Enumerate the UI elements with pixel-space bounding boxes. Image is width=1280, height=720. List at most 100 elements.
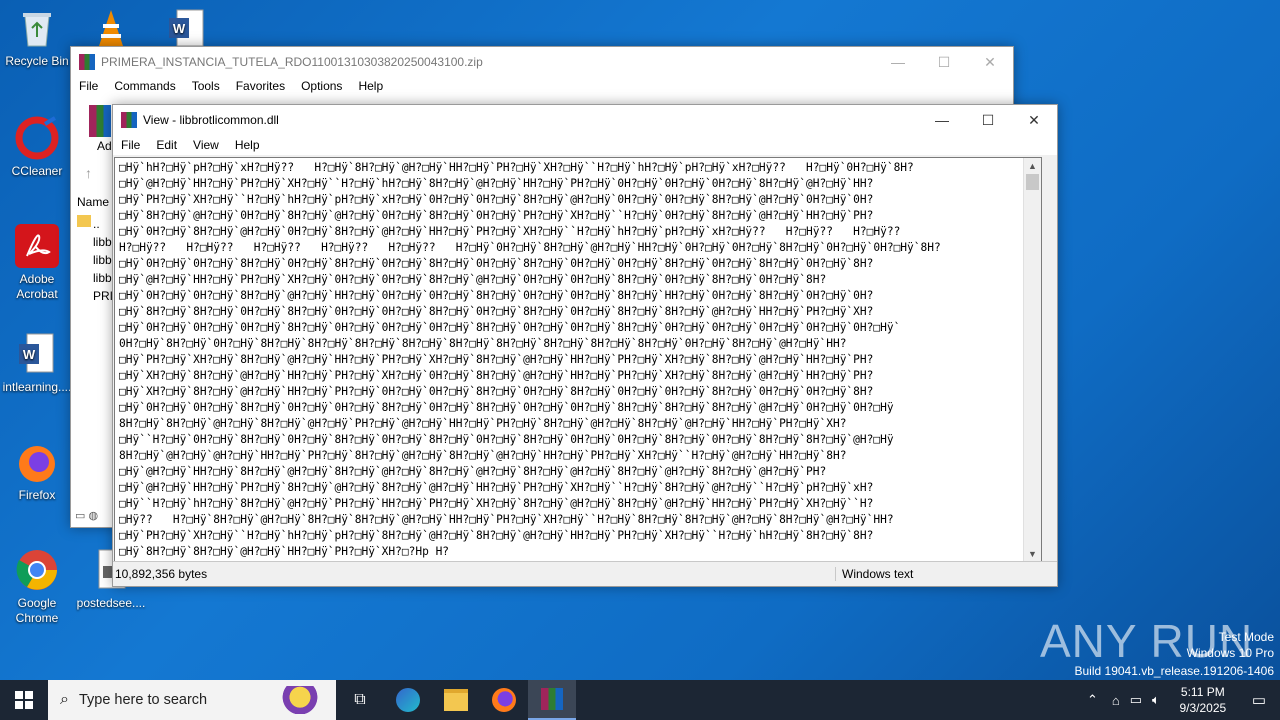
windows-icon [15, 691, 33, 709]
winrar-app-icon [121, 112, 137, 128]
start-button[interactable] [0, 680, 48, 720]
add-icon [89, 105, 111, 137]
clock[interactable]: 5:11 PM 9/3/2025 [1170, 684, 1236, 716]
close-button[interactable]: ✕ [1011, 105, 1057, 135]
scroll-thumb[interactable] [1026, 174, 1039, 190]
up-arrow-icon[interactable]: ↑ [85, 165, 92, 181]
desktop-icon-label: intlearning.... [2, 380, 72, 394]
volume-icon[interactable]: 🔈︎ [1152, 692, 1160, 708]
viewer-text-line: □Hÿ?? H?□Hÿ`8H?□Hÿ`@H?□Hÿ`8H?□Hÿ`8H?□Hÿ`… [119, 513, 894, 526]
desktop-icon-google-chrome[interactable]: Google Chrome [0, 548, 74, 626]
search-highlight-icon [280, 686, 330, 714]
viewer-text-line: □Hÿ`@H?□Hÿ`HH?□Hÿ`8H?□Hÿ`@H?□Hÿ`8H?□Hÿ`@… [119, 465, 827, 478]
adobe-acrobat-icon [15, 224, 59, 268]
viewer-text-line: □Hÿ`PH?□Hÿ`XH?□Hÿ``H?□Hÿ`hH?□Hÿ`pH?□Hÿ`8… [119, 529, 874, 542]
list-item[interactable]: .. [93, 217, 100, 231]
winrar-icon [541, 688, 563, 710]
maximize-button[interactable]: ☐ [921, 47, 967, 77]
menu-help[interactable]: Help [350, 79, 391, 93]
desktop-icon-label: Firefox [18, 488, 56, 502]
desktop-icon-ccleaner[interactable]: CCleaner [0, 116, 74, 179]
close-button[interactable]: ✕ [967, 47, 1013, 77]
svg-text:W: W [23, 347, 36, 362]
task-view-icon: ⧉ [354, 691, 366, 708]
menu-edit[interactable]: Edit [148, 138, 185, 152]
firefox-icon [15, 440, 59, 484]
taskbar-search-box[interactable]: ⌕ Type here to search [48, 680, 336, 720]
list-item[interactable]: libb [93, 271, 112, 285]
desktop-icon-label: Google Chrome [15, 596, 59, 625]
test-mode-label: Test Mode [1218, 630, 1274, 644]
folder-icon [444, 689, 468, 711]
taskbar: ⌕ Type here to search ⧉ ⌃ ⌂ ▭ 🔈︎ 5:11 PM… [0, 680, 1280, 720]
vertical-scrollbar[interactable]: ▲ ▼ [1023, 158, 1041, 562]
viewer-titlebar[interactable]: View - libbrotlicommon.dll — ☐ ✕ [113, 105, 1057, 135]
recycle-bin-icon [15, 6, 59, 50]
folder-icon [77, 215, 91, 227]
maximize-button[interactable]: ☐ [965, 105, 1011, 135]
search-icon: ⌕ [60, 691, 69, 708]
svg-text:W: W [173, 21, 186, 36]
menu-help[interactable]: Help [227, 138, 268, 152]
viewer-text-line: □Hÿ`XH?□Hÿ`8H?□Hÿ`@H?□Hÿ`HH?□Hÿ`PH?□Hÿ`X… [119, 369, 874, 382]
os-label: Windows 10 Pro [1186, 646, 1274, 660]
list-item[interactable]: libb [93, 253, 112, 267]
list-header-name[interactable]: Name [77, 195, 109, 209]
edge-icon [396, 688, 420, 712]
list-item[interactable]: PRI [93, 289, 113, 303]
taskbar-edge[interactable] [384, 680, 432, 720]
menu-view[interactable]: View [185, 138, 227, 152]
viewer-text-line: □Hÿ`@H?□Hÿ`HH?□Hÿ`PH?□Hÿ`8H?□Hÿ`@H?□Hÿ`8… [119, 481, 874, 494]
winrar-menubar: File Commands Tools Favorites Options He… [71, 77, 1013, 95]
file-size-label: 10,892,356 bytes [113, 567, 836, 581]
chevron-up-icon[interactable]: ⌃ [1087, 692, 1098, 708]
viewer-title: View - libbrotlicommon.dll [143, 113, 279, 127]
taskbar-winrar[interactable] [528, 680, 576, 720]
scroll-down-icon[interactable]: ▼ [1024, 546, 1041, 562]
viewer-text-line: □Hÿ`0H?□Hÿ`0H?□Hÿ`0H?□Hÿ`8H?□Hÿ`0H?□Hÿ`0… [119, 321, 901, 334]
winrar-titlebar[interactable]: PRIMERA_INSTANCIA_TUTELA_RDO110013103038… [71, 47, 1013, 77]
viewer-text-line: □Hÿ``H?□Hÿ`0H?□Hÿ`8H?□Hÿ`0H?□Hÿ`8H?□Hÿ`0… [119, 433, 894, 446]
vlc-icon [89, 6, 133, 50]
desktop-icon-intlearning[interactable]: W intlearning.... [0, 332, 74, 395]
viewer-text-line: □Hÿ`0H?□Hÿ`0H?□Hÿ`8H?□Hÿ`0H?□Hÿ`8H?□Hÿ`0… [119, 257, 874, 270]
viewer-menubar: File Edit View Help [113, 135, 1057, 155]
menu-file[interactable]: File [71, 79, 106, 93]
viewer-text-area[interactable]: □Hÿ`hH?□Hÿ`pH?□Hÿ`xH?□Hÿ?? H?□Hÿ`8H?□Hÿ`… [114, 157, 1042, 563]
viewer-statusbar: 10,892,356 bytes Windows text [113, 561, 1057, 586]
menu-options[interactable]: Options [293, 79, 350, 93]
notification-icon[interactable]: ▭ [1252, 691, 1266, 709]
network-icon[interactable]: ⌂ [1112, 693, 1120, 708]
viewer-text-line: □Hÿ`8H?□Hÿ`8H?□Hÿ`@H?□Hÿ`HH?□Hÿ`PH?□Hÿ`X… [119, 545, 450, 558]
menu-favorites[interactable]: Favorites [228, 79, 293, 93]
desktop-icon-label: postedsee.... [76, 596, 146, 610]
viewer-text-line: □Hÿ`hH?□Hÿ`pH?□Hÿ`xH?□Hÿ?? H?□Hÿ`8H?□Hÿ`… [119, 161, 914, 174]
task-view-button[interactable]: ⧉ [336, 680, 384, 720]
desktop-icon-recycle-bin[interactable]: Recycle Bin [0, 6, 74, 69]
minimize-button[interactable]: — [875, 47, 921, 77]
menu-file[interactable]: File [113, 138, 148, 152]
taskbar-explorer[interactable] [432, 680, 480, 720]
build-label: Build 19041.vb_release.191206-1406 [1074, 664, 1275, 678]
clock-time: 5:11 PM [1180, 685, 1225, 699]
desktop-icon-label: Adobe Acrobat [16, 272, 58, 301]
desktop-icon-label: CCleaner [11, 164, 63, 178]
viewer-text-line: □Hÿ`0H?□Hÿ`0H?□Hÿ`8H?□Hÿ`0H?□Hÿ`0H?□Hÿ`8… [119, 401, 894, 414]
viewer-text-line: H?□Hÿ?? H?□Hÿ?? H?□Hÿ?? H?□Hÿ?? H?□Hÿ?? … [119, 241, 941, 254]
clock-date: 9/3/2025 [1179, 701, 1227, 715]
menu-tools[interactable]: Tools [184, 79, 228, 93]
list-item[interactable]: libb [93, 235, 112, 249]
taskbar-firefox[interactable] [480, 680, 528, 720]
desktop-icon-label: Recycle Bin [5, 54, 69, 68]
viewer-text-line: 8H?□Hÿ`8H?□Hÿ`@H?□Hÿ`8H?□Hÿ`@H?□Hÿ`PH?□H… [119, 417, 847, 430]
viewer-text-line: □Hÿ`8H?□Hÿ`@H?□Hÿ`0H?□Hÿ`8H?□Hÿ`@H?□Hÿ`0… [119, 209, 874, 222]
viewer-window[interactable]: View - libbrotlicommon.dll — ☐ ✕ File Ed… [112, 104, 1058, 587]
chrome-icon [15, 548, 59, 592]
desktop-icon-adobe-acrobat[interactable]: Adobe Acrobat [0, 224, 74, 302]
viewer-text: □Hÿ`hH?□Hÿ`pH?□Hÿ`xH?□Hÿ?? H?□Hÿ`8H?□Hÿ`… [119, 160, 1027, 560]
scroll-up-icon[interactable]: ▲ [1024, 158, 1041, 174]
minimize-button[interactable]: — [919, 105, 965, 135]
menu-commands[interactable]: Commands [106, 79, 183, 93]
desktop-icon-firefox[interactable]: Firefox [0, 440, 74, 503]
wifi-icon[interactable]: ▭ [1130, 692, 1142, 708]
